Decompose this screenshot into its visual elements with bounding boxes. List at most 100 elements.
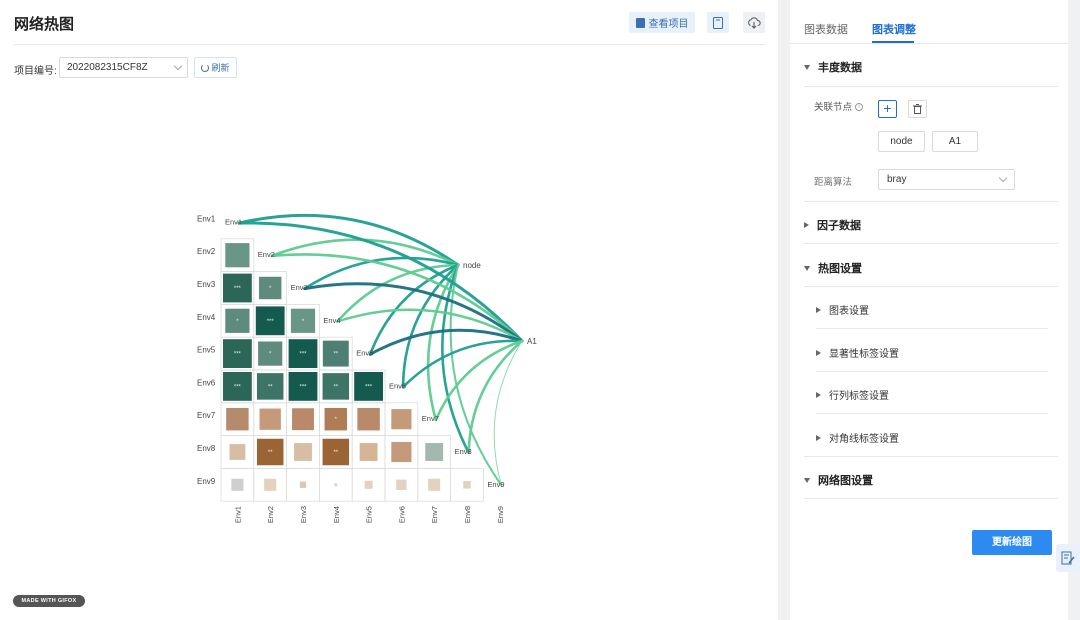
- heatmap-cell: [226, 407, 249, 431]
- heatmap-cell: [359, 443, 378, 461]
- significance-label: **: [333, 384, 338, 390]
- heatmap-cell: [391, 409, 412, 430]
- tab-divider: [790, 43, 1068, 44]
- heatmap-cell: [294, 443, 312, 461]
- diagonal-label: Env6: [389, 381, 406, 390]
- column-label: Env2: [266, 506, 275, 523]
- divider: [816, 328, 1048, 329]
- network-link: [493, 340, 523, 486]
- divider: [804, 286, 1058, 287]
- significance-label: ***: [267, 319, 275, 325]
- heatmap-cell: [231, 478, 244, 491]
- section-abundance[interactable]: 丰度数据: [804, 59, 862, 75]
- significance-label: ***: [234, 352, 242, 358]
- diagonal-label: Env3: [291, 283, 308, 292]
- network-node-label: A1: [527, 337, 537, 346]
- trash-icon: [913, 104, 922, 114]
- column-label: Env3: [299, 506, 308, 523]
- linked-node-label: 关联节点 i: [814, 99, 864, 113]
- row-label: Env1: [197, 214, 216, 223]
- row-label: Env2: [197, 247, 216, 256]
- update-plot-button[interactable]: 更新绘图: [972, 530, 1052, 555]
- edit-note-icon: [1061, 551, 1075, 565]
- distance-algorithm-select[interactable]: bray: [878, 169, 1015, 190]
- node-chip-node[interactable]: node: [878, 131, 925, 152]
- tab-chart-adjust[interactable]: 图表调整: [872, 21, 916, 37]
- row-label: Env3: [197, 280, 216, 289]
- network-heatmap-chart: *** ** *** **** * *** ***** ** *** ** ****** **Env1…: [197, 213, 537, 523]
- diagonal-label: Env8: [455, 447, 472, 456]
- settings-panel: 图表数据 图表调整 丰度数据 关联节点 i + node A1 距离算法 bray…: [790, 0, 1068, 620]
- caret-right-icon: [816, 349, 821, 356]
- divider: [804, 498, 1058, 499]
- column-label: Env8: [463, 506, 472, 523]
- network-link: [467, 339, 524, 454]
- heatmap-cell: [334, 483, 338, 487]
- floating-edit-button[interactable]: [1056, 544, 1080, 572]
- row-label: Env6: [197, 378, 216, 387]
- row-label: Env4: [197, 313, 216, 322]
- caret-down-icon: [804, 265, 810, 271]
- tab-chart-data[interactable]: 图表数据: [804, 21, 848, 37]
- column-label: Env7: [430, 506, 439, 523]
- sub-row-col-labels-label: 行列标签设置: [829, 391, 889, 402]
- significance-label: **: [333, 450, 338, 456]
- heatmap-cell: [396, 479, 407, 490]
- heatmap-cell: [463, 481, 471, 489]
- add-node-button[interactable]: +: [878, 100, 897, 118]
- divider: [816, 371, 1048, 372]
- section-abundance-title: 丰度数据: [818, 62, 862, 74]
- caret-down-icon: [804, 64, 810, 70]
- significance-label: **: [268, 384, 273, 390]
- divider: [804, 86, 1058, 87]
- divider: [804, 243, 1058, 244]
- sub-significance-labels[interactable]: 显著性标签设置: [816, 345, 899, 360]
- row-label: Env9: [197, 477, 216, 486]
- delete-node-button[interactable]: [908, 100, 927, 118]
- diagonal-label: Env5: [356, 349, 373, 358]
- heatmap-cell: [229, 444, 246, 460]
- sub-diagonal-labels[interactable]: 对角线标签设置: [816, 430, 899, 445]
- divider: [804, 201, 1058, 202]
- heatmap-cell: [292, 408, 314, 431]
- heatmap-cell: [299, 481, 307, 488]
- sub-chart-settings[interactable]: 图表设置: [816, 302, 869, 317]
- sub-row-col-labels[interactable]: 行列标签设置: [816, 387, 889, 402]
- row-label: Env8: [197, 444, 216, 453]
- significance-label: ***: [365, 384, 373, 390]
- heatmap-cell: [364, 480, 373, 489]
- heatmap-cell: [259, 408, 281, 430]
- column-label: Env5: [365, 506, 374, 523]
- row-label: Env5: [197, 346, 216, 355]
- divider: [804, 456, 1058, 457]
- section-factor[interactable]: 因子数据: [804, 217, 861, 233]
- significance-label: **: [268, 450, 273, 456]
- node-chip-a1[interactable]: A1: [932, 131, 978, 152]
- sub-chart-settings-label: 图表设置: [829, 306, 869, 317]
- section-network-title: 网络图设置: [818, 475, 873, 487]
- heatmap-cell: [357, 407, 380, 431]
- section-network[interactable]: 网络图设置: [804, 472, 873, 488]
- divider: [816, 413, 1048, 414]
- distance-algorithm-label: 距离算法: [814, 177, 853, 188]
- column-label: Env9: [496, 506, 505, 523]
- significance-label: ***: [299, 384, 307, 390]
- diagonal-label: Env2: [258, 250, 275, 259]
- diagonal-label: Env9: [487, 480, 504, 489]
- distance-algorithm-value: bray: [887, 174, 907, 185]
- sub-diagonal-labels-label: 对角线标签设置: [829, 434, 899, 445]
- heatmap-cell: [391, 441, 412, 463]
- caret-right-icon: [816, 434, 821, 441]
- section-heatmap[interactable]: 热图设置: [804, 260, 862, 276]
- chevron-down-icon: [998, 173, 1008, 183]
- linked-node-text: 关联节点: [814, 102, 853, 113]
- significance-label: ***: [234, 286, 242, 292]
- diagonal-label: Env7: [422, 414, 439, 423]
- diagonal-label: Env1: [225, 217, 242, 226]
- section-factor-title: 因子数据: [817, 220, 861, 232]
- watermark-badge: MADE WITH GIFOX: [13, 595, 85, 607]
- significance-label: **: [333, 352, 338, 358]
- info-icon[interactable]: i: [855, 103, 864, 112]
- main-panel: 网络热图 查看项目 项目编号: 2022082315CF8Z 刷新 *** * * *…: [0, 0, 778, 620]
- row-label: Env7: [197, 411, 216, 420]
